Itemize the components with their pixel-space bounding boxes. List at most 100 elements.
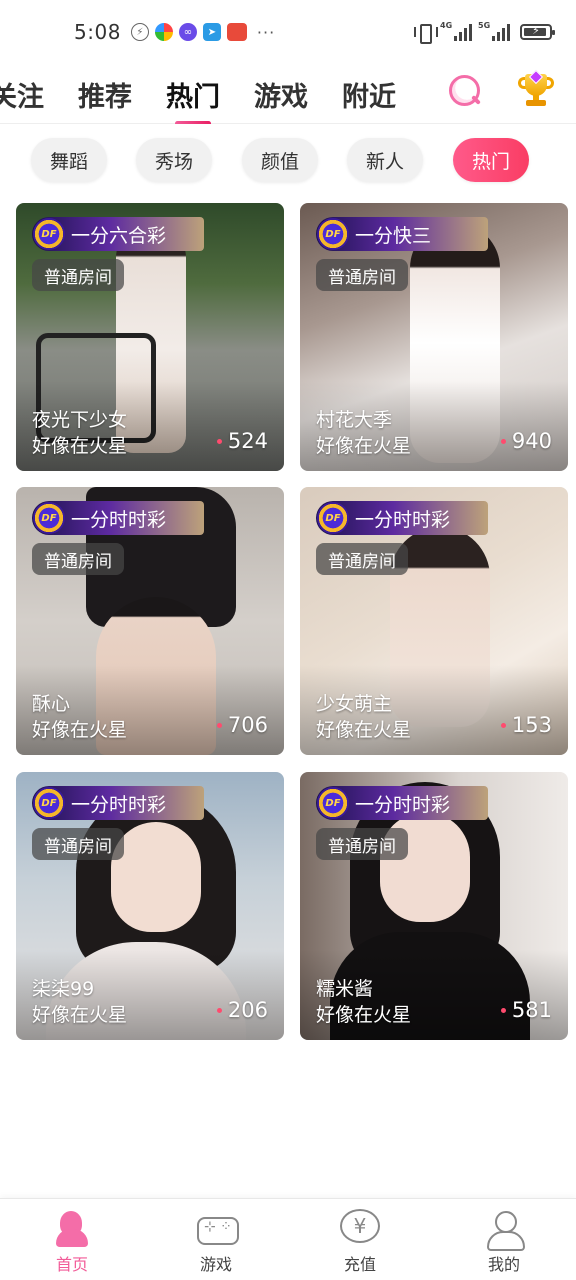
room-card[interactable]: DF 一分时时彩 普通房间 少女萌主 好像在火星 153 (300, 487, 568, 755)
viewer-count-value: 153 (511, 713, 552, 737)
game-name: 一分快三 (355, 224, 432, 247)
viewer-count: 206 (216, 998, 268, 1022)
tab-hot[interactable]: 热门 (166, 75, 220, 124)
viewer-count: 153 (500, 713, 552, 737)
room-type-tag: 普通房间 (316, 259, 408, 291)
charging-icon: ⚡ (130, 23, 149, 41)
live-dot-icon (500, 722, 506, 728)
game-logo-icon: DF (33, 218, 65, 250)
streamer-name: 夜光下少女 (32, 409, 128, 431)
signal-5g-icon: 5G (478, 21, 510, 41)
category-chips: 舞蹈 秀场 颜值 新人 热门 (0, 138, 576, 182)
streamer-name: 糯米酱 (316, 978, 374, 1000)
battery-icon: ⚡ (520, 24, 555, 40)
game-badge: DF 一分时时彩 (32, 786, 204, 820)
viewer-count-value: 706 (227, 713, 268, 737)
infinity-app-icon: ∞ (178, 23, 197, 41)
nav-recharge-label: 充值 (343, 1255, 376, 1274)
signal-4g-icon: 4G (440, 21, 472, 41)
streamer-location: 好像在火星 (32, 435, 128, 457)
red-app-icon (226, 23, 247, 41)
streamer-name: 村花大季 (316, 409, 393, 431)
room-card[interactable]: DF 一分快三 普通房间 村花大季 好像在火星 940 (300, 203, 568, 471)
trophy-icon[interactable] (516, 69, 556, 110)
nav-recharge[interactable]: ¥ 充值 (320, 1209, 400, 1275)
room-card[interactable]: DF 一分时时彩 普通房间 糯米酱 好像在火星 581 (300, 772, 568, 1040)
network-label-5g: 5G (478, 21, 491, 30)
tab-games[interactable]: 游戏 (254, 75, 308, 114)
streamer-location: 好像在火星 (316, 1004, 412, 1026)
game-badge: DF 一分六合彩 (32, 217, 204, 251)
streamer-location: 好像在火星 (32, 719, 128, 741)
chip-dance[interactable]: 舞蹈 (31, 138, 107, 182)
game-badge: DF 一分时时彩 (32, 501, 204, 535)
search-icon[interactable] (446, 72, 482, 108)
bottom-nav: 首页 游戏 ¥ 充值 我的 (0, 1198, 576, 1280)
game-logo-icon: DF (317, 502, 349, 534)
tab-follow[interactable]: 关注 (0, 75, 44, 114)
room-card[interactable]: DF 一分时时彩 普通房间 柒柒99 好像在火星 206 (16, 772, 284, 1040)
nav-games[interactable]: 游戏 (176, 1209, 256, 1275)
chip-looks[interactable]: 颜值 (242, 138, 318, 182)
vibrate-icon (414, 23, 438, 44)
viewer-count: 706 (216, 713, 268, 737)
game-name: 一分六合彩 (71, 224, 167, 247)
game-name: 一分时时彩 (71, 508, 167, 531)
streamer-name: 少女萌主 (316, 693, 393, 715)
home-avatar-icon (52, 1209, 92, 1247)
chip-hot[interactable]: 热门 (453, 138, 529, 182)
game-badge: DF 一分时时彩 (316, 786, 488, 820)
gamepad-icon (196, 1209, 239, 1245)
viewer-count: 940 (500, 429, 552, 453)
nav-home-label: 首页 (55, 1255, 88, 1274)
game-logo-icon: DF (33, 787, 65, 819)
streamer-name: 柒柒99 (32, 978, 95, 1000)
streamer-location: 好像在火星 (316, 719, 412, 741)
nav-home[interactable]: 首页 (32, 1209, 112, 1275)
system-icons: 4G 5G ⚡ (414, 21, 555, 44)
status-bar: 5:08 ⚡ ∞ ➤ ··· 4G 5G ⚡ (0, 0, 576, 64)
top-tabs: 关注 推荐 热门 游戏 附近 (0, 64, 430, 124)
room-card[interactable]: DF 一分六合彩 普通房间 夜光下少女 好像在火星 524 (16, 203, 284, 471)
app-notification-icon (154, 23, 173, 41)
room-type-tag: 普通房间 (32, 543, 124, 575)
yuan-coin-icon: ¥ (340, 1209, 380, 1243)
chip-newcomer[interactable]: 新人 (347, 138, 423, 182)
viewer-count-value: 581 (511, 998, 552, 1022)
nav-games-label: 游戏 (199, 1255, 232, 1274)
viewer-count: 524 (216, 429, 268, 453)
nav-me[interactable]: 我的 (464, 1209, 544, 1275)
room-type-tag: 普通房间 (316, 828, 408, 860)
network-label-4g: 4G (440, 21, 453, 30)
game-logo-icon: DF (317, 787, 349, 819)
room-type-tag: 普通房间 (316, 543, 408, 575)
user-icon (484, 1209, 525, 1251)
game-name: 一分时时彩 (71, 793, 167, 816)
streamer-location: 好像在火星 (32, 1004, 128, 1026)
nav-me-label: 我的 (487, 1255, 520, 1274)
live-dot-icon (216, 1007, 222, 1013)
room-type-tag: 普通房间 (32, 828, 124, 860)
streamer-location: 好像在火星 (316, 435, 412, 457)
chip-show[interactable]: 秀场 (136, 138, 212, 182)
viewer-count-value: 524 (227, 429, 268, 453)
live-dot-icon (216, 438, 222, 444)
tab-recommend[interactable]: 推荐 (78, 75, 132, 114)
status-time: 5:08 (74, 20, 121, 44)
game-badge: DF 一分时时彩 (316, 501, 488, 535)
more-notifications-icon: ··· (256, 22, 276, 42)
tab-nearby[interactable]: 附近 (342, 75, 396, 114)
viewer-count-value: 206 (227, 998, 268, 1022)
game-name: 一分时时彩 (355, 793, 451, 816)
live-dot-icon (500, 1007, 506, 1013)
room-type-tag: 普通房间 (32, 259, 124, 291)
streamer-name: 酥心 (32, 693, 71, 715)
room-card[interactable]: DF 一分时时彩 普通房间 酥心 好像在火星 706 (16, 487, 284, 755)
game-name: 一分时时彩 (355, 508, 451, 531)
viewer-count-value: 940 (511, 429, 552, 453)
viewer-count: 581 (500, 998, 552, 1022)
notification-icons: ⚡ ∞ ➤ ··· (130, 22, 276, 42)
top-nav: 关注 推荐 热门 游戏 附近 (0, 64, 576, 124)
game-logo-icon: DF (317, 218, 349, 250)
game-logo-icon: DF (33, 502, 65, 534)
